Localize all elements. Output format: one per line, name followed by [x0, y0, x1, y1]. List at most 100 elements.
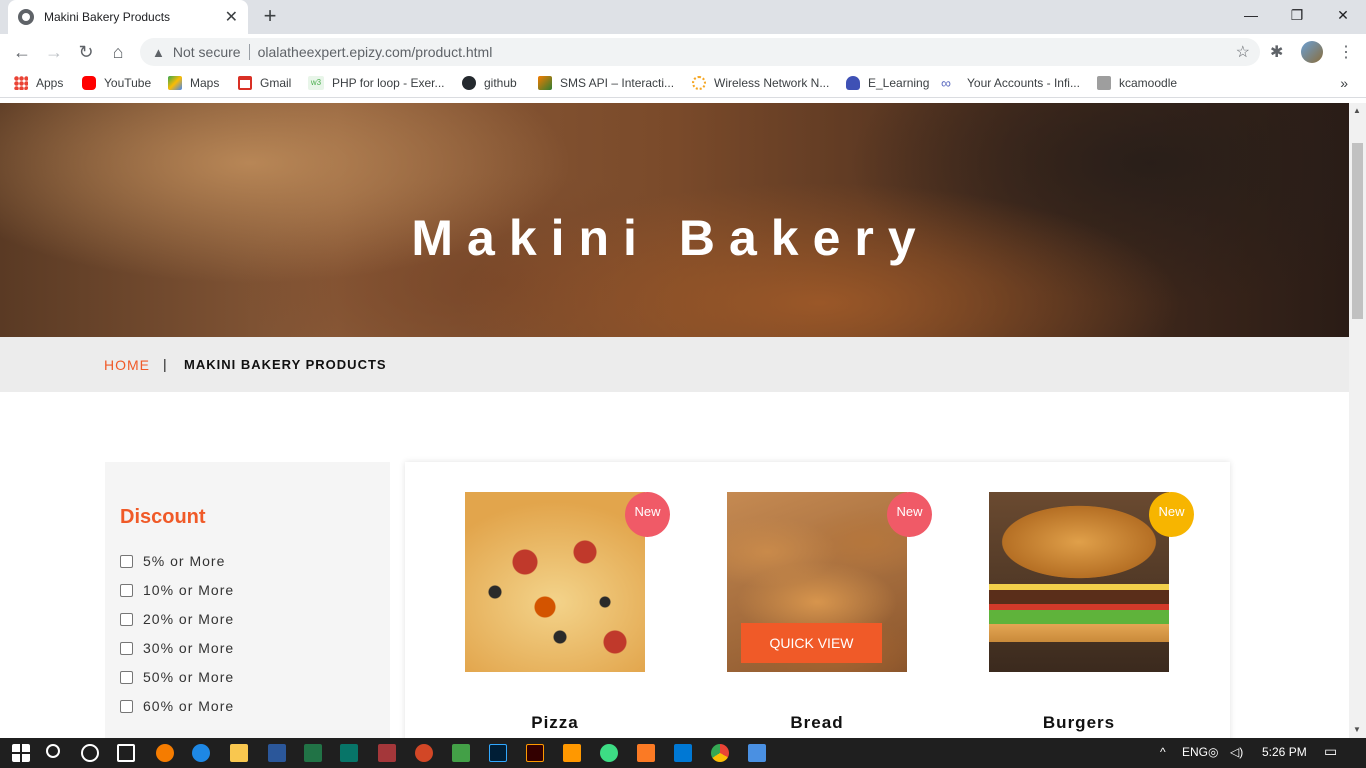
filter-option-5[interactable]: 5% or More	[120, 553, 225, 569]
browser-tab[interactable]: Makini Bakery Products ✕	[8, 0, 248, 34]
restore-button[interactable]: ❐	[1274, 0, 1320, 30]
browser-toolbar: ← → ↻ ⌂ ▲ Not secure olalatheexpert.epiz…	[0, 34, 1366, 70]
cortana-icon[interactable]	[81, 744, 99, 762]
bookmark-gmail[interactable]: Gmail	[238, 76, 291, 90]
tab-close-icon[interactable]: ✕	[225, 7, 238, 27]
forward-button[interactable]: →	[42, 40, 66, 64]
bookmark-elearning[interactable]: E_Learning	[846, 76, 929, 90]
photos-icon[interactable]	[748, 744, 766, 762]
hero-title: Makini Bakery	[411, 210, 930, 266]
filter-option-60[interactable]: 60% or More	[120, 698, 234, 714]
vscode-icon[interactable]	[674, 744, 692, 762]
bookmark-github[interactable]: github	[462, 76, 517, 90]
filter-option-30[interactable]: 30% or More	[120, 640, 234, 656]
product-grid: New Pizza QUICK VIEW New Bread New Burge…	[405, 462, 1230, 738]
new-badge: New	[625, 492, 670, 537]
product-name[interactable]: Bread	[727, 713, 907, 733]
w3schools-icon: w3	[308, 76, 324, 90]
product-name[interactable]: Pizza	[465, 713, 645, 733]
bookmark-youtube[interactable]: YouTube	[82, 76, 151, 90]
new-tab-button[interactable]: +	[258, 4, 282, 28]
chrome-icon[interactable]	[711, 744, 729, 762]
product-card-bread[interactable]: QUICK VIEW New Bread	[727, 492, 932, 732]
minimize-button[interactable]: —	[1228, 0, 1274, 30]
product-card-pizza[interactable]: New Pizza	[465, 492, 670, 732]
new-badge: New	[887, 492, 932, 537]
tray-chevron-icon[interactable]: ^	[1160, 745, 1166, 759]
omnibox-divider	[248, 44, 250, 60]
quick-view-button[interactable]: QUICK VIEW	[741, 623, 882, 663]
bookmark-apps[interactable]: Apps	[14, 76, 63, 90]
warning-icon[interactable]: ▲	[152, 45, 165, 60]
edge-icon[interactable]	[192, 744, 210, 762]
profile-avatar[interactable]	[1301, 41, 1323, 63]
windows-taskbar: ^ ENG ◎ ◁) 5:26 PM ▭	[0, 738, 1366, 768]
checkbox[interactable]	[120, 641, 133, 655]
home-button[interactable]: ⌂	[106, 40, 130, 64]
url-text[interactable]: olalatheexpert.epizy.com/product.html	[258, 44, 493, 60]
filter-option-20[interactable]: 20% or More	[120, 611, 234, 627]
breadcrumb-separator: |	[163, 356, 167, 372]
checkbox[interactable]	[120, 583, 133, 597]
green-app-icon[interactable]	[452, 744, 470, 762]
product-name[interactable]: Burgers	[989, 713, 1169, 733]
bookmarks-overflow-icon[interactable]: »	[1340, 75, 1348, 91]
search-icon[interactable]	[46, 744, 60, 758]
close-window-button[interactable]: ✕	[1320, 0, 1366, 30]
android-studio-icon[interactable]	[600, 744, 618, 762]
sublime-icon[interactable]	[563, 744, 581, 762]
maps-icon	[168, 76, 182, 90]
volume-icon[interactable]: ◁)	[1230, 745, 1243, 759]
scroll-up-icon[interactable]: ▲	[1353, 106, 1361, 115]
product-image-burgers[interactable]	[989, 492, 1169, 672]
hero-banner: Makini Bakery	[0, 103, 1349, 337]
filter-option-50[interactable]: 50% or More	[120, 669, 234, 685]
checkbox[interactable]	[120, 670, 133, 684]
word-icon[interactable]	[268, 744, 286, 762]
powerpoint-icon[interactable]	[415, 744, 433, 762]
xampp-icon[interactable]	[637, 744, 655, 762]
moodle-icon	[1097, 76, 1111, 90]
publisher-icon[interactable]	[340, 744, 358, 762]
product-image-bread[interactable]: QUICK VIEW	[727, 492, 907, 672]
bookmark-kcamoodle[interactable]: kcamoodle	[1097, 76, 1177, 90]
bookmark-php-loop[interactable]: w3 PHP for loop - Exer...	[308, 76, 445, 90]
address-bar[interactable]: ▲ Not secure olalatheexpert.epizy.com/pr…	[140, 38, 1260, 66]
checkbox[interactable]	[120, 554, 133, 568]
task-view-icon[interactable]	[117, 744, 135, 762]
access-icon[interactable]	[378, 744, 396, 762]
checkbox[interactable]	[120, 699, 133, 713]
bookmark-star-icon[interactable]: ☆	[1236, 42, 1250, 62]
start-icon[interactable]	[12, 744, 30, 762]
bookmark-sms-api[interactable]: SMS API – Interacti...	[538, 76, 674, 90]
file-explorer-icon[interactable]	[156, 744, 174, 762]
africastalking-icon	[538, 76, 552, 90]
gmail-icon	[238, 76, 252, 90]
folder-icon[interactable]	[230, 744, 248, 762]
product-card-burgers[interactable]: New Burgers	[989, 492, 1194, 732]
back-button[interactable]: ←	[10, 40, 34, 64]
bookmark-wireless[interactable]: Wireless Network N...	[692, 76, 829, 90]
wireless-icon	[692, 76, 706, 90]
breadcrumb-home-link[interactable]: HOME	[104, 357, 150, 373]
scroll-down-icon[interactable]: ▼	[1353, 725, 1361, 734]
scrollbar-thumb[interactable]	[1352, 143, 1363, 319]
extensions-icon[interactable]: ✱	[1270, 42, 1283, 62]
product-image-pizza[interactable]	[465, 492, 645, 672]
bookmark-infinityfree[interactable]: ∞ Your Accounts - Infi...	[941, 76, 1080, 90]
excel-icon[interactable]	[304, 744, 322, 762]
notifications-icon[interactable]: ▭	[1324, 743, 1337, 760]
reload-button[interactable]: ↻	[74, 40, 98, 64]
photoshop-icon[interactable]	[489, 744, 507, 762]
illustrator-icon[interactable]	[526, 744, 544, 762]
clock-time[interactable]: 5:26 PM	[1262, 745, 1307, 759]
page-scrollbar[interactable]: ▲ ▼	[1349, 103, 1366, 738]
tray-language[interactable]: ENG	[1182, 745, 1208, 759]
new-badge: New	[1149, 492, 1194, 537]
security-label[interactable]: Not secure	[173, 44, 241, 60]
bookmark-maps[interactable]: Maps	[168, 76, 219, 90]
browser-menu-icon[interactable]: ⋮	[1338, 42, 1354, 62]
checkbox[interactable]	[120, 612, 133, 626]
filter-option-10[interactable]: 10% or More	[120, 582, 234, 598]
network-icon[interactable]: ◎	[1208, 745, 1218, 759]
